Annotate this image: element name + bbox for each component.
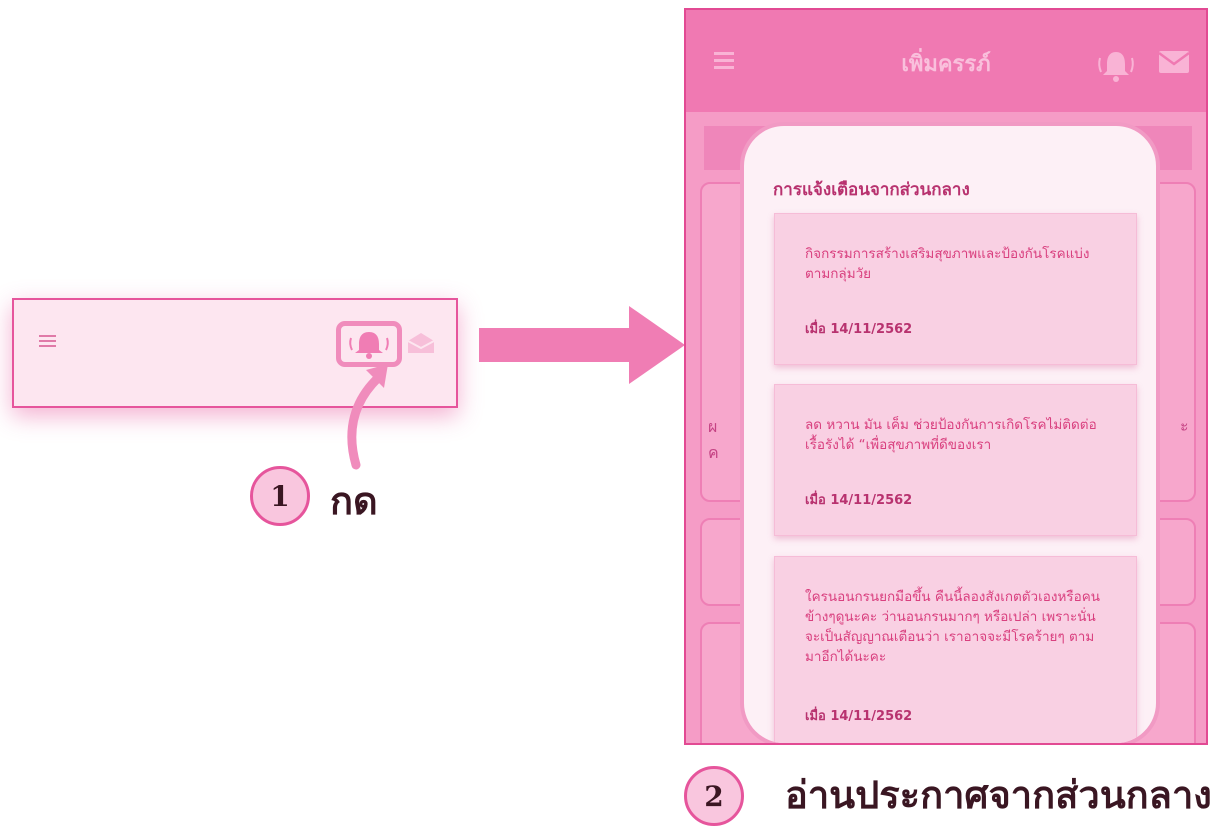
notice-text: กิจกรรมการสร้างเสริมสุขภาพและป้องกันโรคแ… <box>805 246 1090 282</box>
step-2-badge: 2 <box>684 766 744 826</box>
big-arrow-graphic <box>479 306 685 384</box>
notice-text: ลด หวาน มัน เค็ม ช่วยป้องกันการเกิดโรคไม… <box>805 417 1097 453</box>
curved-arrow-graphic <box>347 364 388 470</box>
notice-date: เมื่อ 14/11/2562 <box>805 493 913 508</box>
background-text-fragment: ผ ค <box>708 417 719 462</box>
background-text-fragment: ะ <box>1180 416 1189 435</box>
notice-date: เมื่อ 14/11/2562 <box>805 709 913 724</box>
notification-modal: การแจ้งเตือนจากส่วนกลาง กิจกรรมการสร้างเ… <box>740 122 1160 743</box>
step-2-label: อ่านประกาศจากส่วนกลาง <box>785 772 1212 817</box>
modal-title: การแจ้งเตือนจากส่วนกลาง <box>773 180 970 200</box>
notice-card[interactable]: ลด หวาน มัน เค็ม ช่วยป้องกันการเกิดโรคไม… <box>774 384 1137 536</box>
phone-screen: เพิ่มครรภ์ ผ ค ะ การแจ้งเตือนจากส่วนกลาง… <box>684 8 1208 745</box>
notice-card[interactable]: กิจกรรมการสร้างเสริมสุขภาพและป้องกันโรคแ… <box>774 213 1137 365</box>
step-1-badge: 1 <box>250 466 310 526</box>
notice-date: เมื่อ 14/11/2562 <box>805 322 913 337</box>
mail-icon[interactable] <box>406 331 436 355</box>
bell-icon[interactable] <box>1096 48 1136 84</box>
notice-card[interactable]: ใครนอนกรนยกมือขึ้น คืนนี้ลองสังเกตตัวเอง… <box>774 556 1137 743</box>
bell-icon[interactable] <box>341 326 397 362</box>
mail-icon[interactable] <box>1158 50 1190 74</box>
step-1-label: กด <box>330 478 378 523</box>
app-header: เพิ่มครรภ์ <box>686 10 1206 112</box>
notice-text: ใครนอนกรนยกมือขึ้น คืนนี้ลองสังเกตตัวเอง… <box>805 589 1100 665</box>
hamburger-icon[interactable] <box>39 335 56 347</box>
